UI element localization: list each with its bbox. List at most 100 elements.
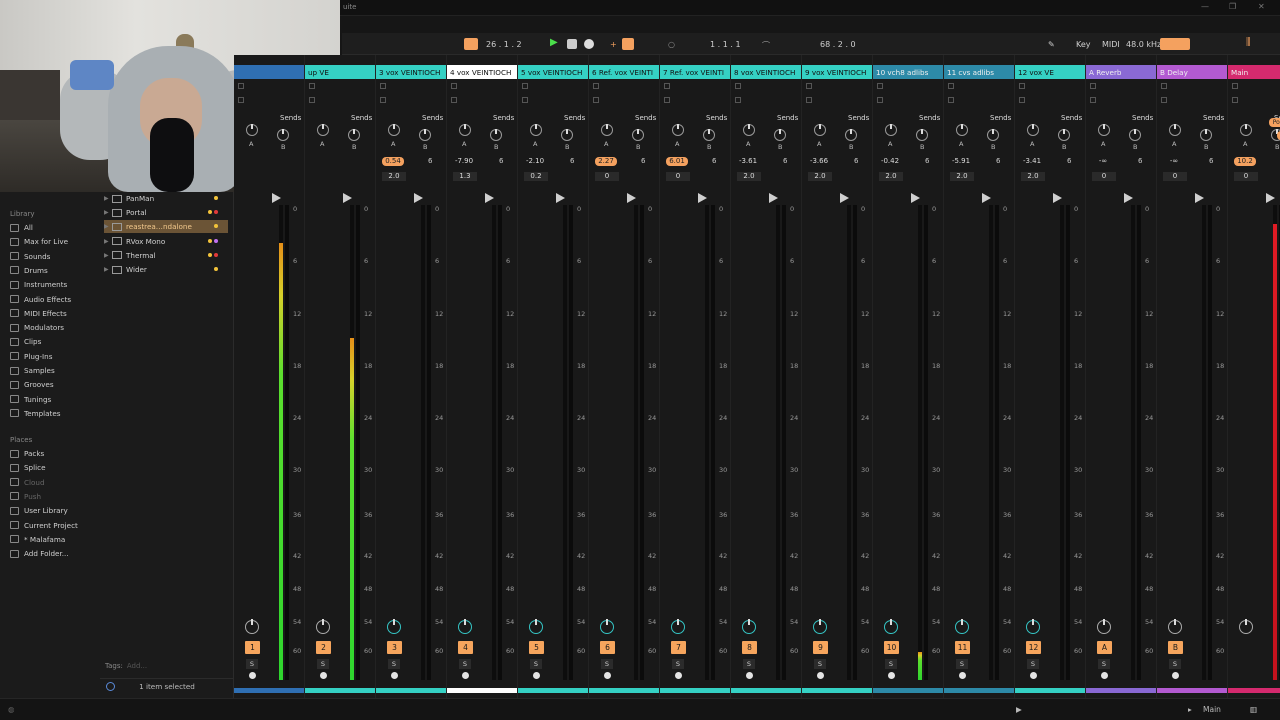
volume-readout[interactable]: 0.54 [382,157,404,166]
volume-fader-track[interactable] [569,205,573,680]
close-icon[interactable]: ✕ [1258,2,1265,11]
arm-button[interactable] [391,672,398,679]
solo-button[interactable]: S [317,659,329,669]
volume-fader-handle[interactable] [343,193,352,203]
volume-readout[interactable]: -2.10 [524,157,546,166]
volume-readout[interactable]: -3.66 [808,157,830,166]
track-header[interactable]: up VE [305,65,375,79]
output-routing[interactable] [664,97,670,103]
send-a-knob[interactable] [530,124,542,136]
volume-fader-handle[interactable] [414,193,423,203]
output-routing[interactable] [1019,97,1025,103]
arm-button[interactable] [1172,672,1179,679]
volume-readout[interactable]: -∞ [1163,157,1185,166]
track-activator-button[interactable]: A [1097,641,1112,654]
tags-row[interactable]: Tags: Add... [105,662,147,670]
loop-icon[interactable]: ⌒ [762,40,770,51]
midi-map-button[interactable]: MIDI [1102,40,1120,49]
track-activator-button[interactable]: 3 [387,641,402,654]
output-routing[interactable] [877,97,883,103]
track-activator-button[interactable]: 4 [458,641,473,654]
input-routing[interactable] [309,83,315,89]
input-routing[interactable] [522,83,528,89]
output-routing[interactable] [522,97,528,103]
send-b-knob[interactable] [774,129,786,141]
record-icon[interactable] [584,39,594,49]
output-routing[interactable] [1161,97,1167,103]
track-header[interactable]: 12 vox VE [1015,65,1085,79]
track-activator-button[interactable]: B [1168,641,1183,654]
pan-dial[interactable] [671,619,685,634]
solo-button[interactable]: S [601,659,613,669]
track-header[interactable]: 4 vox VEINTIOCH [447,65,517,79]
output-routing[interactable] [1232,97,1238,103]
track-header[interactable]: 8 vox VEINTIOCH [731,65,801,79]
track-header[interactable]: 3 vox VEINTIOCH [376,65,446,79]
expand-arrow-icon[interactable]: ▶ [104,252,112,259]
send-a-knob[interactable] [1240,124,1252,136]
maximize-icon[interactable]: ❐ [1229,2,1236,11]
arm-button[interactable] [675,672,682,679]
pan-readout[interactable]: 2.0 [950,172,974,181]
track-select-icon[interactable]: ▸ [1188,705,1192,714]
key-map-button[interactable]: Key [1076,40,1091,49]
input-routing[interactable] [380,83,386,89]
volume-fader-handle[interactable] [982,193,991,203]
send-a-knob[interactable] [743,124,755,136]
expand-arrow-icon[interactable]: ▶ [104,195,112,202]
solo-button[interactable]: S [1098,659,1110,669]
play-icon[interactable]: ▶ [550,37,558,48]
track-activator-button[interactable]: 11 [955,641,970,654]
input-routing[interactable] [877,83,883,89]
pan-readout[interactable]: 0 [666,172,690,181]
volume-fader-handle[interactable] [272,193,281,203]
track-header[interactable] [234,65,304,79]
arm-button[interactable] [604,672,611,679]
send-a-knob[interactable] [1027,124,1039,136]
volume-fader-track[interactable] [995,205,999,680]
loop-length[interactable]: 68 . 2 . 0 [820,40,856,49]
pan-dial[interactable] [1097,619,1111,634]
pan-dial[interactable] [955,619,969,634]
track-header[interactable]: 7 Ref. vox VEINTI [660,65,730,79]
solo-button[interactable]: S [530,659,542,669]
expand-arrow-icon[interactable]: ▶ [104,223,112,230]
pan-dial[interactable] [316,619,330,634]
volume-fader-track[interactable] [427,205,431,680]
solo-button[interactable]: S [1169,659,1181,669]
volume-fader-handle[interactable] [485,193,494,203]
output-routing[interactable] [380,97,386,103]
library-item[interactable]: MIDI Effects [10,307,67,320]
expand-arrow-icon[interactable]: ▶ [104,209,112,216]
volume-readout[interactable]: -7.90 [453,157,475,166]
browser-file-item[interactable]: ▶ Wider [104,263,228,276]
pan-dial[interactable] [245,619,259,634]
volume-fader-track[interactable] [356,205,360,680]
pan-dial[interactable] [1026,619,1040,634]
song-position[interactable]: 26 . 1 . 2 [486,40,522,49]
send-a-knob[interactable] [388,124,400,136]
solo-button[interactable]: S [246,659,258,669]
browser-file-item[interactable]: ▶ PanMan [104,192,228,205]
arm-button[interactable] [533,672,540,679]
volume-fader-handle[interactable] [556,193,565,203]
track-header[interactable]: 6 Ref. vox VEINTI [589,65,659,79]
library-item[interactable]: Modulators [10,321,64,334]
pan-dial[interactable] [1239,619,1253,634]
track-header[interactable]: 11 cvs adlibs [944,65,1014,79]
track-header[interactable]: 9 vox VEINTIOCH [802,65,872,79]
solo-button[interactable]: S [459,659,471,669]
solo-button[interactable]: S [1027,659,1039,669]
send-a-knob[interactable] [1098,124,1110,136]
volume-fader-track[interactable] [1066,205,1070,680]
send-a-knob[interactable] [814,124,826,136]
input-routing[interactable] [451,83,457,89]
pan-readout[interactable]: 1.3 [453,172,477,181]
send-a-knob[interactable] [672,124,684,136]
library-item[interactable]: Templates [10,407,61,420]
solo-button[interactable]: S [885,659,897,669]
track-activator-button[interactable]: 5 [529,641,544,654]
input-routing[interactable] [735,83,741,89]
input-routing[interactable] [948,83,954,89]
input-routing[interactable] [1019,83,1025,89]
